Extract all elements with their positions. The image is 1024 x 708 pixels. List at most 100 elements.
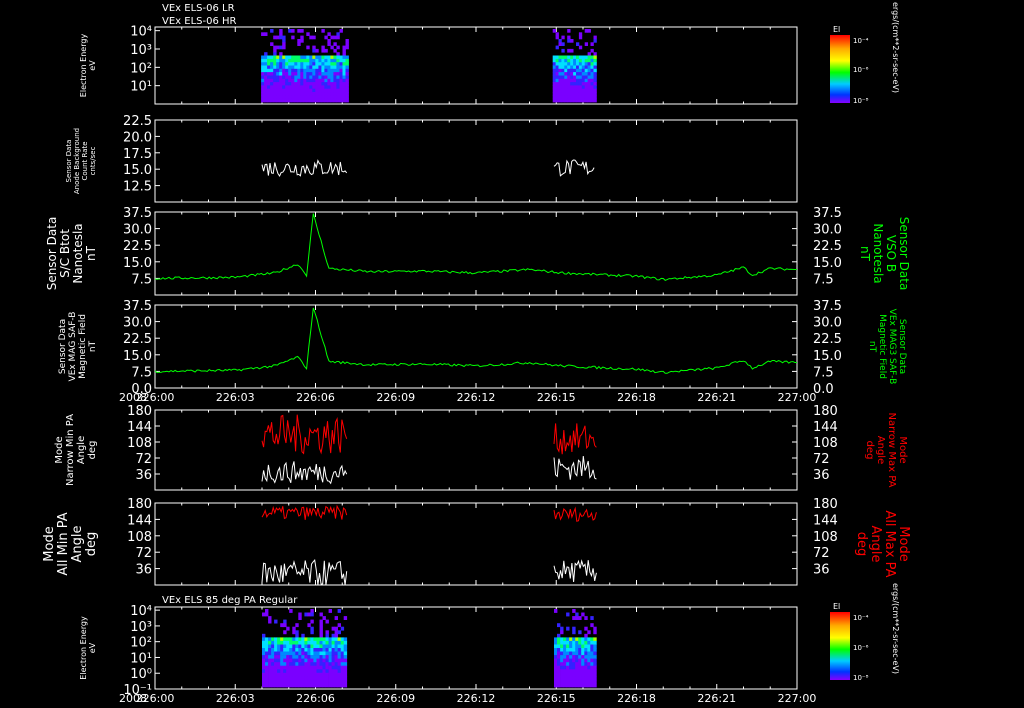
heatmap-cell [273, 98, 277, 103]
heatmap-cell [584, 626, 588, 631]
heatmap-cell [276, 78, 280, 83]
heatmap-cell [337, 609, 341, 613]
heatmap-cell [552, 85, 556, 90]
heatmap-cell [590, 662, 594, 667]
heatmap-cell [261, 92, 265, 96]
heatmap-cell [342, 82, 346, 86]
heatmap-cell [590, 616, 594, 620]
heatmap-cell [342, 72, 346, 76]
heatmap-cell [303, 92, 307, 96]
heatmap-cell [334, 683, 338, 688]
heatmap-cell [268, 672, 272, 677]
heatmap-cell [558, 98, 562, 103]
heatmap-cell [590, 55, 594, 60]
heatmap-cell [587, 637, 591, 642]
heatmap-cell [336, 35, 340, 40]
heatmap-cell [340, 662, 345, 667]
heatmap-cell [578, 662, 582, 667]
heatmap-cell [277, 662, 281, 667]
heatmap-cell [333, 98, 337, 103]
heatmap-cell [569, 637, 573, 642]
heatmap-cell [327, 92, 331, 96]
heatmap-cell [297, 55, 301, 60]
y-axis-label-right: VEx MAG3 SAF-B [887, 309, 897, 385]
heatmap-cell [291, 92, 295, 96]
heatmap-cell [342, 85, 346, 90]
y-tick-label: 7.5 [131, 272, 152, 287]
heatmap-cell [569, 672, 573, 677]
heatmap-cell [336, 65, 340, 70]
heatmap-cell [306, 92, 310, 96]
heatmap-cell [321, 95, 325, 100]
heatmap-cell [316, 655, 320, 659]
heatmap-cell [554, 655, 558, 659]
heatmap-cell [279, 85, 283, 90]
colorbar-bottom-tick: 10⁻⁴ [853, 614, 869, 622]
y-tick-label: 37.5 [123, 299, 152, 314]
heatmap-cell [295, 672, 299, 677]
heatmap-cell [265, 655, 269, 659]
heatmap-cell [319, 662, 323, 667]
heatmap-cell [336, 98, 340, 103]
heatmap-cell [581, 679, 585, 684]
heatmap-cell [306, 88, 310, 93]
heatmap-cell [564, 68, 568, 73]
heatmap-cell [304, 683, 308, 688]
heatmap-cell [327, 68, 331, 73]
heatmap-cell [334, 662, 338, 667]
heatmap-cell [285, 65, 289, 70]
heatmap-cell [558, 39, 562, 43]
heatmap-cell [304, 679, 308, 684]
heatmap-cell [570, 98, 574, 103]
heatmap-cell [264, 85, 268, 90]
heatmap-cell [558, 55, 562, 60]
heatmap-cell [558, 62, 562, 66]
heatmap-cell [286, 644, 290, 649]
heatmap-cell [340, 651, 345, 656]
heatmap-cell [300, 78, 304, 83]
heatmap-cell [270, 58, 274, 63]
heatmap-cell [306, 65, 310, 70]
heatmap-cell [570, 95, 574, 100]
heatmap-cell [554, 637, 558, 642]
heatmap-cell [590, 82, 594, 86]
heatmap-cell [291, 35, 295, 40]
heatmap-cell [337, 669, 341, 674]
heatmap-cell [575, 658, 579, 663]
heatmap-cell [572, 626, 576, 631]
x-tick-label: 226:18 [617, 692, 656, 705]
heatmap-cell [584, 75, 588, 80]
heatmap-cell [325, 665, 329, 670]
heatmap-cell [280, 679, 284, 684]
heatmap-cell [330, 55, 334, 60]
heatmap-cell [268, 616, 272, 620]
heatmap-cell [309, 78, 313, 83]
heatmap-cell [325, 640, 329, 645]
heatmap-cell [319, 612, 323, 617]
heatmap-cell [566, 683, 570, 688]
heatmap-cell [309, 35, 313, 40]
heatmap-cell [310, 626, 314, 631]
heatmap-cell [337, 662, 341, 667]
heatmap-cell [566, 640, 570, 645]
heatmap-cell [270, 95, 274, 100]
heatmap-cell [325, 630, 329, 635]
heatmap-cell [587, 669, 591, 674]
heatmap-cell [557, 640, 561, 645]
heatmap-cell [304, 648, 308, 652]
heatmap-cell [557, 623, 561, 628]
heatmap-cell [294, 78, 298, 83]
heatmap-cell [301, 633, 305, 638]
heatmap-cell [578, 68, 583, 73]
y-axis-label: eV [88, 642, 97, 653]
heatmap-cell [339, 29, 343, 33]
heatmap-cell [313, 648, 317, 652]
heatmap-cell [321, 58, 325, 63]
y-tick-label-right: 7.5 [813, 365, 834, 380]
heatmap-cell [342, 88, 346, 93]
heatmap-cell [274, 658, 278, 663]
y-axis-label: Mode [54, 436, 65, 463]
heatmap-cell [327, 58, 331, 63]
heatmap-cell [327, 75, 331, 80]
heatmap-cell [315, 48, 319, 53]
